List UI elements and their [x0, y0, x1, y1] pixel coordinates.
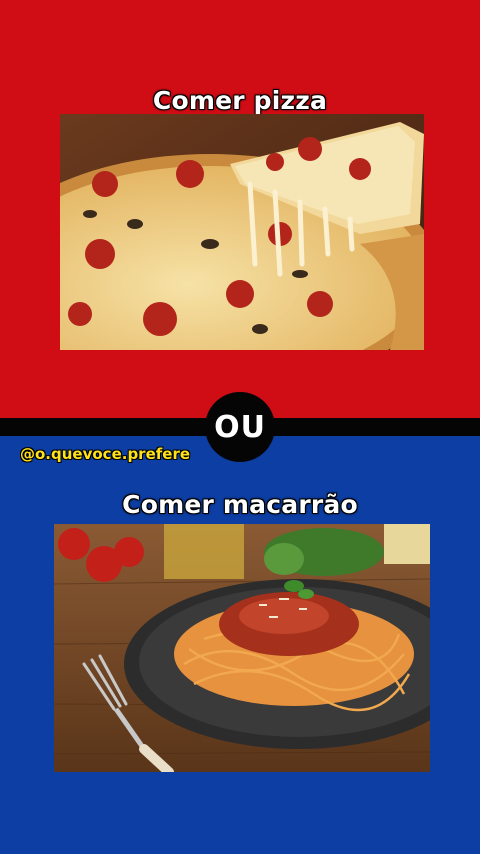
- option-a-title: Comer pizza: [152, 86, 328, 115]
- account-handle[interactable]: @o.quevoce.prefere: [20, 445, 190, 463]
- spaghetti-photo[interactable]: [54, 524, 430, 772]
- ou-badge: OU: [205, 392, 275, 462]
- pizza-photo[interactable]: [60, 114, 424, 350]
- option-b-title: Comer macarrão: [122, 490, 358, 519]
